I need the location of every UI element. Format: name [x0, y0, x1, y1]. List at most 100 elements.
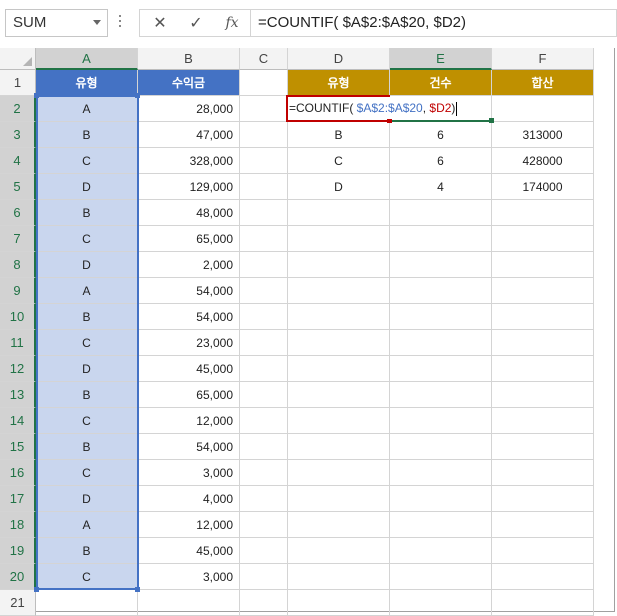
- cell-c8[interactable]: [240, 252, 288, 278]
- row-header-18[interactable]: 18: [0, 512, 36, 538]
- cell-a19[interactable]: B: [36, 538, 138, 564]
- row-header-14[interactable]: 14: [0, 408, 36, 434]
- cell-e17[interactable]: [390, 486, 492, 512]
- cell-c1[interactable]: [240, 70, 288, 96]
- column-header-b[interactable]: B: [138, 48, 240, 70]
- cell-a15[interactable]: B: [36, 434, 138, 460]
- cell-b12[interactable]: 45,000: [138, 356, 240, 382]
- row-header-11[interactable]: 11: [0, 330, 36, 356]
- cell-e16[interactable]: [390, 460, 492, 486]
- cell-d8[interactable]: [288, 252, 390, 278]
- cell-b18[interactable]: 12,000: [138, 512, 240, 538]
- cell-b19[interactable]: 45,000: [138, 538, 240, 564]
- cell-b1[interactable]: 수익금: [138, 70, 240, 96]
- cell-d18[interactable]: [288, 512, 390, 538]
- cell-f18[interactable]: [492, 512, 594, 538]
- cell-c2[interactable]: [240, 96, 288, 122]
- cell-b8[interactable]: 2,000: [138, 252, 240, 278]
- insert-function-icon[interactable]: fx: [214, 10, 250, 36]
- cell-e11[interactable]: [390, 330, 492, 356]
- row-header-17[interactable]: 17: [0, 486, 36, 512]
- cell-d7[interactable]: [288, 226, 390, 252]
- cell-e9[interactable]: [390, 278, 492, 304]
- select-all-button[interactable]: [0, 48, 36, 70]
- cell-a13[interactable]: B: [36, 382, 138, 408]
- cell-f1[interactable]: 합산: [492, 70, 594, 96]
- cell-e7[interactable]: [390, 226, 492, 252]
- cell-e12[interactable]: [390, 356, 492, 382]
- row-header-12[interactable]: 12: [0, 356, 36, 382]
- cell-c21[interactable]: [240, 590, 288, 616]
- cell-e15[interactable]: [390, 434, 492, 460]
- cell-d21[interactable]: [288, 590, 390, 616]
- cell-a4[interactable]: C: [36, 148, 138, 174]
- cell-d20[interactable]: [288, 564, 390, 590]
- cell-b15[interactable]: 54,000: [138, 434, 240, 460]
- cell-b7[interactable]: 65,000: [138, 226, 240, 252]
- cell-d3[interactable]: B: [288, 122, 390, 148]
- row-header-8[interactable]: 8: [0, 252, 36, 278]
- cell-a14[interactable]: C: [36, 408, 138, 434]
- cell-e1[interactable]: 건수: [390, 70, 492, 96]
- cell-e2-editing-formula[interactable]: =COUNTIF( $A$2:$A$20, $D2): [289, 97, 461, 119]
- row-header-13[interactable]: 13: [0, 382, 36, 408]
- cell-d13[interactable]: [288, 382, 390, 408]
- cell-e18[interactable]: [390, 512, 492, 538]
- cell-a17[interactable]: D: [36, 486, 138, 512]
- cell-c17[interactable]: [240, 486, 288, 512]
- cell-d14[interactable]: [288, 408, 390, 434]
- cell-d5[interactable]: D: [288, 174, 390, 200]
- cell-c13[interactable]: [240, 382, 288, 408]
- cell-d1[interactable]: 유형: [288, 70, 390, 96]
- cell-b2[interactable]: 28,000: [138, 96, 240, 122]
- cell-f12[interactable]: [492, 356, 594, 382]
- cell-f4[interactable]: 428000: [492, 148, 594, 174]
- cell-f10[interactable]: [492, 304, 594, 330]
- cell-f20[interactable]: [492, 564, 594, 590]
- cell-a6[interactable]: B: [36, 200, 138, 226]
- row-header-4[interactable]: 4: [0, 148, 36, 174]
- cell-d10[interactable]: [288, 304, 390, 330]
- cell-b20[interactable]: 3,000: [138, 564, 240, 590]
- cell-d6[interactable]: [288, 200, 390, 226]
- cell-b3[interactable]: 47,000: [138, 122, 240, 148]
- row-header-6[interactable]: 6: [0, 200, 36, 226]
- cell-b13[interactable]: 65,000: [138, 382, 240, 408]
- cell-f19[interactable]: [492, 538, 594, 564]
- row-header-9[interactable]: 9: [0, 278, 36, 304]
- cell-c9[interactable]: [240, 278, 288, 304]
- cell-e21[interactable]: [390, 590, 492, 616]
- cell-d19[interactable]: [288, 538, 390, 564]
- cell-f15[interactable]: [492, 434, 594, 460]
- cell-f6[interactable]: [492, 200, 594, 226]
- cell-a3[interactable]: B: [36, 122, 138, 148]
- active-cell-handle[interactable]: [489, 118, 494, 123]
- range-handle-tl[interactable]: [34, 93, 39, 98]
- cell-f16[interactable]: [492, 460, 594, 486]
- cell-c12[interactable]: [240, 356, 288, 382]
- cell-a2[interactable]: A: [36, 96, 138, 122]
- cell-a21[interactable]: [36, 590, 138, 616]
- cell-c6[interactable]: [240, 200, 288, 226]
- cell-c3[interactable]: [240, 122, 288, 148]
- cell-a5[interactable]: D: [36, 174, 138, 200]
- row-header-19[interactable]: 19: [0, 538, 36, 564]
- cell-d11[interactable]: [288, 330, 390, 356]
- column-header-a[interactable]: A: [36, 48, 138, 70]
- cell-d16[interactable]: [288, 460, 390, 486]
- cell-d9[interactable]: [288, 278, 390, 304]
- cell-c20[interactable]: [240, 564, 288, 590]
- row-header-5[interactable]: 5: [0, 174, 36, 200]
- chevron-down-icon[interactable]: [93, 20, 101, 25]
- cell-e19[interactable]: [390, 538, 492, 564]
- formula-input[interactable]: =COUNTIF( $A$2:$A$20, $D2): [251, 9, 617, 37]
- cell-a20[interactable]: C: [36, 564, 138, 590]
- cell-b5[interactable]: 129,000: [138, 174, 240, 200]
- cell-f8[interactable]: [492, 252, 594, 278]
- cell-e13[interactable]: [390, 382, 492, 408]
- cell-e6[interactable]: [390, 200, 492, 226]
- column-header-d[interactable]: D: [288, 48, 390, 70]
- cell-e14[interactable]: [390, 408, 492, 434]
- cell-c4[interactable]: [240, 148, 288, 174]
- cell-e5[interactable]: 4: [390, 174, 492, 200]
